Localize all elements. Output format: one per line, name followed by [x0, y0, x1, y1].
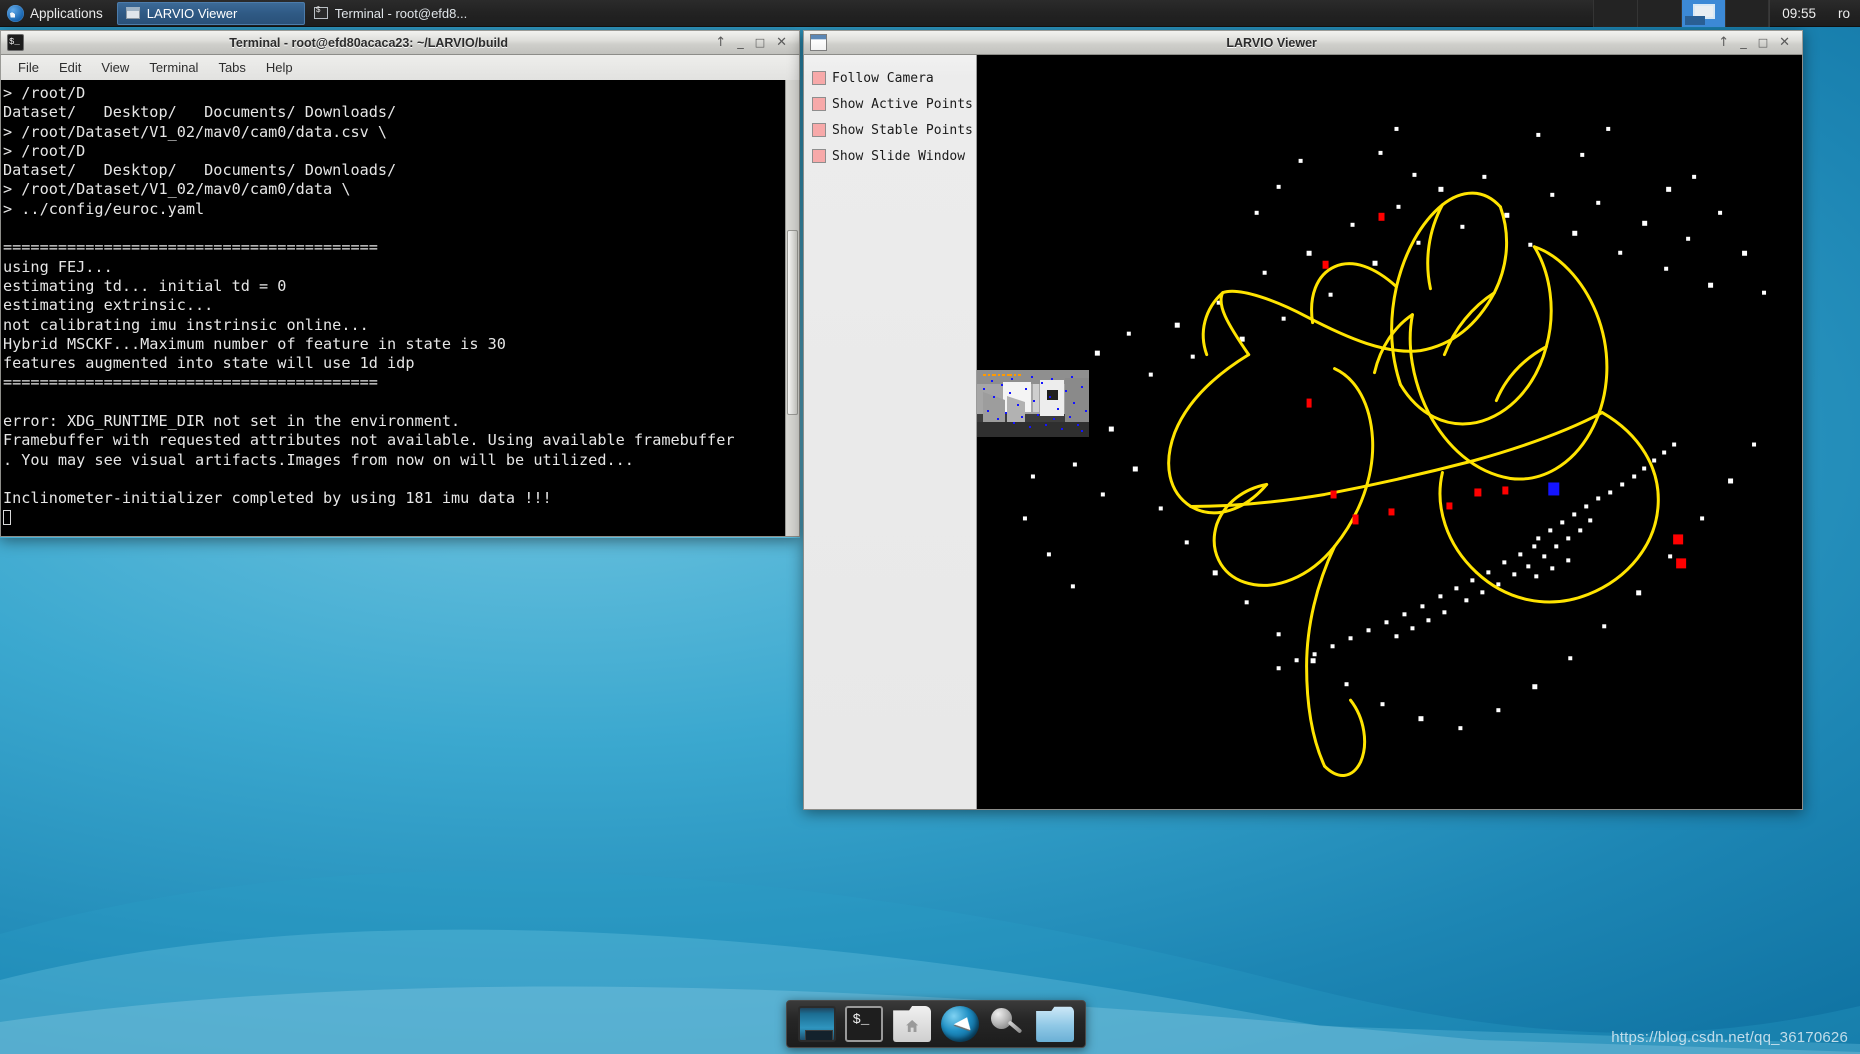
- checkbox-indicator[interactable]: [812, 71, 826, 85]
- terminal-body[interactable]: > /root/D Dataset/ Desktop/ Documents/ D…: [0, 80, 800, 537]
- terminal-cursor: [3, 509, 11, 525]
- terminal-icon: [7, 34, 24, 51]
- workspace-3[interactable]: [1681, 0, 1726, 27]
- close-button[interactable]: ✕: [1779, 36, 1790, 49]
- shade-button[interactable]: ↑: [715, 36, 726, 49]
- viewer-title: LARVIO Viewer: [1226, 35, 1317, 50]
- larvio-viewer-window[interactable]: LARVIO Viewer ↑ _ □ ✕ Follow Camera Show…: [803, 30, 1803, 810]
- terminal-menubar: File Edit View Terminal Tabs Help: [0, 55, 800, 80]
- home-folder-icon[interactable]: [893, 1006, 932, 1042]
- workspace-window-thumb: [1685, 15, 1706, 25]
- watermark: https://blog.csdn.net/qq_36170626: [1611, 1029, 1848, 1046]
- checkbox-indicator[interactable]: [812, 97, 826, 111]
- workspace-1[interactable]: [1593, 0, 1638, 27]
- clock[interactable]: 09:55: [1769, 0, 1828, 27]
- camera-preview-inset: [977, 370, 1089, 437]
- point-cloud-scene: [977, 55, 1802, 809]
- maximize-button[interactable]: □: [1758, 37, 1768, 48]
- taskbar-item-label: Terminal - root@efd8...: [334, 5, 468, 21]
- taskbar-item-larvio-viewer[interactable]: LARVIO Viewer: [116, 1, 305, 25]
- desktop-icon[interactable]: [797, 1006, 836, 1042]
- checkbox-label: Follow Camera: [832, 70, 934, 86]
- terminal-title: Terminal - root@efd80acaca23: ~/LARVIO/b…: [229, 35, 509, 50]
- terminal-window-controls: ↑ _ □ ✕: [709, 36, 795, 49]
- applications-label: Applications: [30, 5, 103, 21]
- terminal-output[interactable]: > /root/D Dataset/ Desktop/ Documents/ D…: [1, 80, 785, 536]
- checkbox-label: Show Active Points: [832, 96, 973, 112]
- checkbox-follow-camera[interactable]: Follow Camera: [812, 65, 976, 91]
- magnifier-icon[interactable]: [988, 1006, 1026, 1042]
- terminal-window[interactable]: Terminal - root@efd80acaca23: ~/LARVIO/b…: [0, 30, 800, 538]
- 3d-render-canvas[interactable]: [977, 55, 1802, 809]
- minimize-button[interactable]: _: [737, 36, 744, 49]
- scrollbar-thumb[interactable]: [787, 230, 798, 415]
- terminal-scrollbar[interactable]: [785, 80, 799, 536]
- menu-tabs[interactable]: Tabs: [209, 58, 254, 77]
- workspace-switcher[interactable]: [1593, 0, 1770, 27]
- menu-help[interactable]: Help: [257, 58, 302, 77]
- terminal-icon[interactable]: [845, 1006, 884, 1042]
- terminal-icon: [313, 6, 328, 19]
- marker-red-2: [1676, 558, 1687, 569]
- top-panel: Applications LARVIO Viewer Terminal - ro…: [0, 0, 1860, 27]
- workspace-2[interactable]: [1637, 0, 1682, 27]
- checkbox-show-active-points[interactable]: Show Active Points: [812, 91, 976, 117]
- viewer-titlebar[interactable]: LARVIO Viewer ↑ _ □ ✕: [803, 30, 1803, 55]
- menu-view[interactable]: View: [92, 58, 138, 77]
- window-task-list: LARVIO Viewer Terminal - root@efd8...: [116, 0, 493, 27]
- menu-file[interactable]: File: [9, 58, 48, 77]
- xfce-mouse-icon: [7, 4, 24, 22]
- marker-red-1: [1673, 534, 1684, 545]
- current-camera-pose: [1548, 482, 1560, 496]
- terminal-titlebar[interactable]: Terminal - root@efd80acaca23: ~/LARVIO/b…: [0, 30, 800, 55]
- user-label[interactable]: ro: [1828, 0, 1860, 27]
- workspace-4[interactable]: [1725, 0, 1770, 27]
- viewer-body: Follow Camera Show Active Points Show St…: [803, 55, 1803, 810]
- camera-image: [977, 370, 1089, 437]
- taskbar-item-label: LARVIO Viewer: [146, 5, 238, 21]
- dock: [786, 1000, 1086, 1048]
- checkbox-show-slide-window[interactable]: Show Slide Window: [812, 143, 976, 169]
- globe-icon[interactable]: [940, 1006, 979, 1042]
- checkbox-label: Show Slide Window: [832, 148, 966, 164]
- folder-icon[interactable]: [1036, 1006, 1075, 1042]
- applications-menu-button[interactable]: Applications: [0, 0, 113, 27]
- minimize-button[interactable]: _: [1740, 36, 1747, 49]
- shade-button[interactable]: ↑: [1718, 36, 1729, 49]
- viewer-window-controls: ↑ _ □ ✕: [1712, 36, 1798, 49]
- checkbox-indicator[interactable]: [812, 149, 826, 163]
- close-button[interactable]: ✕: [776, 36, 787, 49]
- taskbar-item-terminal[interactable]: Terminal - root@efd8...: [305, 2, 493, 25]
- maximize-button[interactable]: □: [755, 37, 765, 48]
- viewer-options-panel: Follow Camera Show Active Points Show St…: [804, 55, 977, 809]
- terminal-output-text: > /root/D Dataset/ Desktop/ Documents/ D…: [3, 84, 735, 508]
- checkbox-indicator[interactable]: [812, 123, 826, 137]
- checkbox-label: Show Stable Points: [832, 122, 973, 138]
- menu-terminal[interactable]: Terminal: [140, 58, 207, 77]
- checkbox-show-stable-points[interactable]: Show Stable Points: [812, 117, 976, 143]
- menu-edit[interactable]: Edit: [50, 58, 90, 77]
- window-icon: [125, 7, 140, 19]
- window-icon: [810, 34, 827, 51]
